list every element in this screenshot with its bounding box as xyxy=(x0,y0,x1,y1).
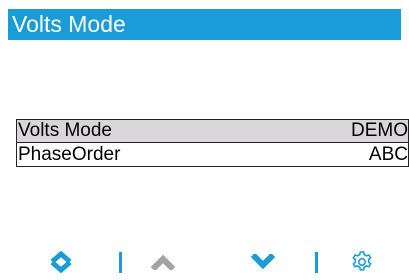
up-button[interactable] xyxy=(145,249,181,275)
toolbar-divider xyxy=(119,252,122,273)
menu-item-value: ABC xyxy=(368,143,408,165)
menu-item-label: Volts Mode xyxy=(18,120,112,141)
gear-icon xyxy=(352,251,372,271)
menu-item-volts-mode[interactable]: Volts Mode DEMO xyxy=(16,119,409,143)
menu-item-phase-order[interactable]: PhaseOrder ABC xyxy=(16,143,409,167)
settings-button[interactable] xyxy=(345,249,379,275)
menu-item-label: PhaseOrder xyxy=(18,143,121,165)
up-icon xyxy=(151,254,175,270)
bottom-toolbar xyxy=(0,249,409,275)
toolbar-divider xyxy=(315,252,318,273)
scroll-toggle-button[interactable] xyxy=(44,249,78,275)
page-title: Volts Mode xyxy=(8,9,401,40)
menu-item-value: DEMO xyxy=(351,120,408,141)
down-button[interactable] xyxy=(245,249,281,275)
up-down-icon xyxy=(50,251,72,273)
menu-list: Volts Mode DEMO PhaseOrder ABC xyxy=(16,119,409,167)
down-icon xyxy=(251,254,275,270)
